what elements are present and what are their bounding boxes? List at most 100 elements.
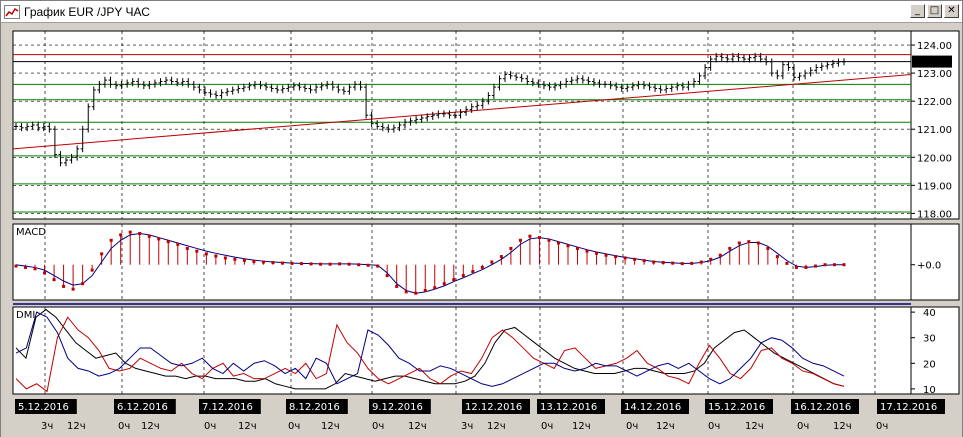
price-tick-label: 123.00: [917, 69, 952, 80]
macd-dot: [785, 261, 789, 265]
macd-dot: [147, 234, 151, 238]
dmi-tick-label: 10: [923, 385, 936, 396]
price-panel[interactable]: [12, 30, 912, 220]
macd-dot: [290, 261, 294, 265]
macd-dot: [490, 260, 494, 264]
date-label: 14.12.2016: [624, 402, 681, 413]
date-label: 15.12.2016: [708, 402, 765, 413]
macd-dot: [176, 242, 180, 246]
minimize-button[interactable]: _: [910, 4, 925, 18]
macd-dot: [728, 246, 732, 250]
macd-dot: [614, 255, 618, 259]
price-tick-label: 122.00: [917, 97, 952, 108]
macd-dot: [737, 241, 741, 245]
price-tick-label: 118.00: [917, 209, 952, 220]
macd-dot: [233, 257, 237, 261]
macd-dot: [185, 246, 189, 250]
hour-label: 12ч: [572, 421, 591, 432]
macd-dot: [271, 261, 275, 265]
macd-dot: [595, 251, 599, 255]
chart-area[interactable]: 124.00 123.00 122.00 121.00 120.00 119.00 118.…: [1, 24, 962, 437]
macd-dot: [528, 234, 532, 238]
chart-svg[interactable]: 124.00 123.00 122.00 121.00 120.00 119.00 118.…: [1, 24, 962, 437]
macd-dot: [214, 254, 218, 258]
macd-dot: [309, 262, 313, 266]
macd-dot: [347, 262, 351, 266]
dmi-tick-label: 30: [923, 334, 936, 345]
date-label: 17.12.2016: [880, 402, 937, 413]
macd-dot: [566, 244, 570, 248]
hour-label: 12ч: [745, 421, 764, 432]
hour-label: 0ч: [118, 421, 130, 432]
hour-label: 3ч: [41, 421, 53, 432]
macd-dot: [300, 262, 304, 266]
macd-dot: [252, 259, 256, 263]
macd-dot: [756, 241, 760, 245]
macd-dot: [319, 262, 323, 266]
macd-dot: [423, 289, 427, 292]
chart-app-icon: [4, 4, 20, 19]
macd-dot: [804, 265, 808, 269]
macd-dot: [547, 238, 551, 242]
hour-label: 3ч: [461, 421, 473, 432]
macd-dot: [90, 268, 94, 272]
macd-dot: [661, 261, 665, 265]
title-bar[interactable]: График EUR /JPY ЧАС _ □ ✕: [1, 1, 962, 23]
macd-dot: [43, 271, 47, 275]
macd-dot: [404, 290, 408, 294]
macd-dot: [604, 253, 608, 257]
macd-dot: [52, 278, 56, 282]
price-tick-label: 119.00: [917, 181, 952, 192]
hour-label: 0ч: [708, 421, 720, 432]
maximize-button[interactable]: □: [927, 4, 942, 18]
macd-dot: [766, 246, 770, 250]
macd-dot: [328, 262, 332, 266]
dmi-tick-label: 40: [923, 308, 936, 319]
macd-dot: [109, 238, 113, 242]
macd-dot: [338, 262, 342, 266]
date-label: 16.12.2016: [794, 402, 851, 413]
price-tick-label: 121.00: [917, 125, 952, 136]
macd-dot: [14, 264, 18, 268]
macd-dot: [452, 278, 456, 282]
macd-dot: [119, 233, 123, 237]
macd-dot: [385, 274, 389, 278]
macd-dot: [623, 256, 627, 260]
date-label: 9.12.2016: [372, 402, 423, 413]
macd-dot: [280, 261, 284, 265]
macd-dot: [537, 236, 541, 240]
current-price-label: 123.41: [915, 58, 950, 69]
macd-dot: [242, 258, 246, 262]
macd-dot: [395, 284, 399, 288]
macd-dot: [680, 262, 684, 266]
dmi-axis: [910, 306, 960, 395]
macd-dot: [357, 263, 361, 267]
macd-dot: [33, 267, 37, 271]
dmi-label: DMI: [16, 310, 35, 321]
macd-dot: [376, 264, 380, 268]
macd-dot: [223, 256, 227, 260]
macd-dot: [585, 249, 589, 253]
date-label: 7.12.2016: [202, 402, 253, 413]
macd-dot: [195, 249, 199, 253]
close-button[interactable]: ✕: [944, 4, 959, 18]
macd-panel[interactable]: [12, 223, 912, 301]
macd-dot: [509, 246, 513, 250]
macd-dot: [518, 238, 522, 242]
macd-dot: [261, 260, 265, 264]
hour-label: 12ч: [67, 421, 86, 432]
macd-dot: [671, 261, 675, 265]
macd-dot: [62, 284, 66, 288]
hour-label: 0ч: [797, 421, 809, 432]
macd-dot: [642, 259, 646, 263]
dmi-panel[interactable]: [12, 306, 912, 395]
macd-dot: [442, 282, 446, 286]
macd-dot: [471, 270, 475, 273]
dmi-tick-label: 20: [923, 359, 936, 370]
date-label: 12.12.2016: [465, 402, 522, 413]
macd-dot: [813, 264, 817, 268]
hour-label: 12ч: [656, 421, 675, 432]
chart-window: График EUR /JPY ЧАС _ □ ✕ 124.00 123.00 12…: [0, 0, 963, 437]
macd-dot: [480, 265, 484, 269]
date-label: 8.12.2016: [289, 402, 340, 413]
